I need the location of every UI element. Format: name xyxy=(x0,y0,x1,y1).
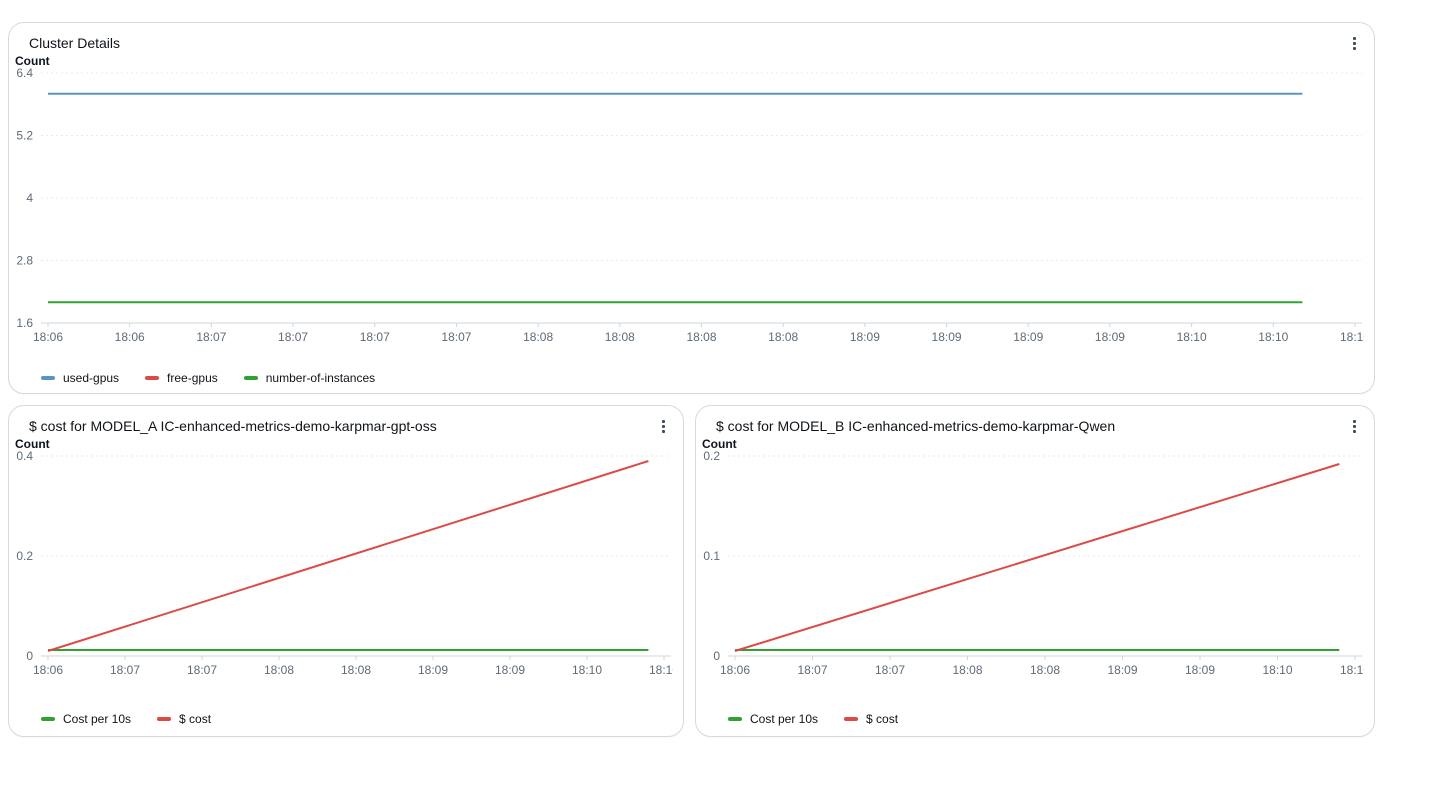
x-axis-tick-label: 18:08 xyxy=(605,330,635,344)
legend-item-number-of-instances[interactable]: number-of-instances xyxy=(244,371,375,385)
x-axis-tick-label: 18:08 xyxy=(341,663,371,677)
x-axis-tick-label: 18:09 xyxy=(932,330,962,344)
x-axis-tick-label: 18:09 xyxy=(418,663,448,677)
x-axis-tick-label: 18:10 xyxy=(572,663,602,677)
legend-item-label: Cost per 10s xyxy=(63,712,131,726)
x-axis-tick-label: 18:10 xyxy=(1262,663,1292,677)
y-axis-tick-label: 0.1 xyxy=(703,549,720,563)
legend-line-swatch-icon xyxy=(244,376,258,380)
x-axis-tick-label: 18:07 xyxy=(187,663,217,677)
y-axis-tick-label: 2.8 xyxy=(16,254,33,268)
x-axis-tick-label: 18:08 xyxy=(523,330,553,344)
card-header: $ cost for MODEL_B IC-enhanced-metrics-d… xyxy=(716,414,1366,438)
y-axis-tick-label: 0.2 xyxy=(16,549,33,563)
chart-actions-button[interactable] xyxy=(651,414,675,438)
line-chart-canvas[interactable]: 0.2 0.1 018:06 18:07 18:07 18:08 18:08 18:09 18:… xyxy=(696,450,1364,684)
legend-item-label: number-of-instances xyxy=(266,371,375,385)
legend-line-swatch-icon xyxy=(844,717,858,721)
y-axis-tick-label: 4 xyxy=(26,191,33,205)
x-axis-tick-label: 18:08 xyxy=(1030,663,1060,677)
x-axis-tick-label: 18:08 xyxy=(686,330,716,344)
chart-legend: Cost per 10s $ cost xyxy=(728,712,898,726)
x-axis-tick-label: 18:07 xyxy=(360,330,390,344)
y-axis-tick-label: 1.6 xyxy=(16,316,33,330)
legend-line-swatch-icon xyxy=(728,717,742,721)
legend-item-label: $ cost xyxy=(179,712,211,726)
chart-actions-button[interactable] xyxy=(1342,31,1366,55)
legend-item-label: Cost per 10s xyxy=(750,712,818,726)
legend-line-swatch-icon xyxy=(145,376,159,380)
x-axis-tick-label: 18:09 xyxy=(1013,330,1043,344)
y-axis-tick-label: 6.4 xyxy=(16,67,33,80)
series-line--cost xyxy=(48,461,648,651)
legend-item-label: free-gpus xyxy=(167,371,218,385)
x-axis-tick-label: 18:10 xyxy=(649,663,673,677)
y-axis-unit-label: Count xyxy=(15,437,50,451)
card-header: $ cost for MODEL_A IC-enhanced-metrics-d… xyxy=(29,414,675,438)
legend-item-used-gpus[interactable]: used-gpus xyxy=(41,371,119,385)
x-axis-tick-label: 18:09 xyxy=(1095,330,1125,344)
x-axis-tick-label: 18:09 xyxy=(495,663,525,677)
x-axis-tick-label: 18:09 xyxy=(1185,663,1215,677)
x-axis-tick-label: 18:07 xyxy=(110,663,140,677)
kebab-menu-icon xyxy=(1353,420,1356,433)
kebab-menu-icon xyxy=(1353,37,1356,50)
x-axis-tick-label: 18:10 xyxy=(1258,330,1288,344)
y-axis-unit-label: Count xyxy=(15,54,50,68)
chart-title: $ cost for MODEL_A IC-enhanced-metrics-d… xyxy=(29,418,437,434)
y-axis-tick-label: 0 xyxy=(713,649,720,663)
x-axis-tick-label: 18:07 xyxy=(278,330,308,344)
legend-item--cost[interactable]: $ cost xyxy=(844,712,898,726)
line-chart-canvas[interactable]: 6.45.242.81.618:0618:0618:0718:0718:0718… xyxy=(9,67,1364,351)
legend-item--cost[interactable]: $ cost xyxy=(157,712,211,726)
chart-legend: used-gpus free-gpus number-of-instances xyxy=(41,371,375,385)
legend-line-swatch-icon xyxy=(41,717,55,721)
x-axis-tick-label: 18:06 xyxy=(33,663,63,677)
legend-item-cost-per-10s[interactable]: Cost per 10s xyxy=(728,712,818,726)
x-axis-tick-label: 18:08 xyxy=(768,330,798,344)
series-line--cost xyxy=(735,464,1339,651)
y-axis-tick-label: 0.4 xyxy=(16,450,33,463)
chart-title: Cluster Details xyxy=(29,35,120,51)
legend-line-swatch-icon xyxy=(157,717,171,721)
card-header: Cluster Details xyxy=(29,31,1366,55)
line-chart-canvas[interactable]: 0.4 0.2 018:06 18:07 18:07 18:08 18:08 18:09 18:… xyxy=(9,450,673,684)
legend-line-swatch-icon xyxy=(41,376,55,380)
x-axis-tick-label: 18:10 xyxy=(1177,330,1207,344)
x-axis-tick-label: 18:09 xyxy=(850,330,880,344)
x-axis-tick-label: 18:08 xyxy=(952,663,982,677)
legend-item-cost-per-10s[interactable]: Cost per 10s xyxy=(41,712,131,726)
y-axis-unit-label: Count xyxy=(702,437,737,451)
x-axis-tick-label: 18:07 xyxy=(875,663,905,677)
x-axis-tick-label: 18:10 xyxy=(1340,330,1364,344)
chart-legend: Cost per 10s $ cost xyxy=(41,712,211,726)
x-axis-tick-label: 18:06 xyxy=(720,663,750,677)
x-axis-tick-label: 18:06 xyxy=(33,330,63,344)
kebab-menu-icon xyxy=(662,420,665,433)
chart-card-cluster-details: Cluster Details Count 6.45.242.81.618:06… xyxy=(8,22,1375,394)
x-axis-tick-label: 18:09 xyxy=(1107,663,1137,677)
legend-item-free-gpus[interactable]: free-gpus xyxy=(145,371,218,385)
x-axis-tick-label: 18:08 xyxy=(264,663,294,677)
chart-title: $ cost for MODEL_B IC-enhanced-metrics-d… xyxy=(716,418,1115,434)
chart-card-cost-model-a: $ cost for MODEL_A IC-enhanced-metrics-d… xyxy=(8,405,684,737)
x-axis-tick-label: 18:10 xyxy=(1340,663,1364,677)
legend-item-label: $ cost xyxy=(866,712,898,726)
y-axis-tick-label: 5.2 xyxy=(16,129,33,143)
legend-item-label: used-gpus xyxy=(63,371,119,385)
x-axis-tick-label: 18:07 xyxy=(441,330,471,344)
x-axis-tick-label: 18:06 xyxy=(115,330,145,344)
y-axis-tick-label: 0 xyxy=(26,649,33,663)
chart-card-cost-model-b: $ cost for MODEL_B IC-enhanced-metrics-d… xyxy=(695,405,1375,737)
x-axis-tick-label: 18:07 xyxy=(797,663,827,677)
chart-actions-button[interactable] xyxy=(1342,414,1366,438)
x-axis-tick-label: 18:07 xyxy=(196,330,226,344)
y-axis-tick-label: 0.2 xyxy=(703,450,720,463)
